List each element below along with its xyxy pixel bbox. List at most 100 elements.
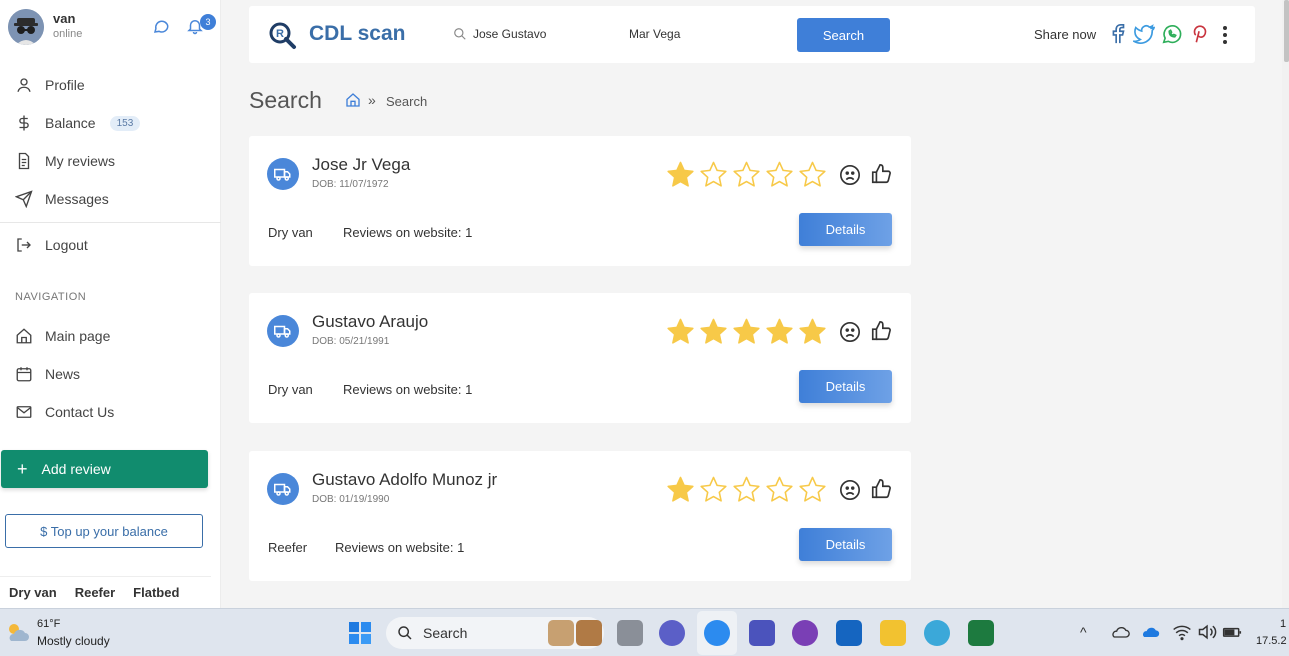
reviews-count: Reviews on website: 1 xyxy=(343,225,473,240)
star-filled-icon[interactable] xyxy=(666,475,695,504)
windows-start-icon[interactable] xyxy=(348,621,372,645)
star-empty-icon[interactable] xyxy=(765,475,794,504)
sidebar-item-balance[interactable]: Balance 153 xyxy=(15,112,141,134)
sad-face-icon[interactable] xyxy=(839,479,861,501)
facebook-icon[interactable] xyxy=(1107,23,1129,45)
clock-time[interactable]: 1 xyxy=(1280,618,1286,630)
star-filled-icon[interactable] xyxy=(666,317,695,346)
star-empty-icon[interactable] xyxy=(765,160,794,189)
page-scrollbar[interactable] xyxy=(1282,0,1289,608)
whatsapp-icon[interactable] xyxy=(1161,23,1183,45)
dollar-icon xyxy=(19,115,29,131)
star-filled-icon[interactable] xyxy=(798,317,827,346)
star-filled-icon[interactable] xyxy=(666,160,695,189)
meet-icon[interactable] xyxy=(659,620,685,646)
star-filled-icon[interactable] xyxy=(765,317,794,346)
thumbs-up-icon[interactable] xyxy=(870,320,892,342)
details-button[interactable]: Details xyxy=(799,528,892,561)
truck-type-filters: Dry van Reefer Flatbed xyxy=(0,576,211,608)
onedrive-icon[interactable] xyxy=(1140,623,1160,641)
star-empty-icon[interactable] xyxy=(798,160,827,189)
thumbs-up-icon[interactable] xyxy=(870,478,892,500)
driver-dob: DOB: 11/07/1972 xyxy=(312,179,389,190)
chat-icon[interactable] xyxy=(152,17,170,35)
taskbar-search-highlight-icon[interactable] xyxy=(548,620,574,646)
driver-name[interactable]: Gustavo Adolfo Munoz jr xyxy=(312,470,497,490)
search-button[interactable]: Search xyxy=(797,18,890,52)
user-name: van xyxy=(53,11,76,26)
star-empty-icon[interactable] xyxy=(732,475,761,504)
share-label: Share now xyxy=(1034,27,1097,42)
magnifier-logo-icon[interactable]: R xyxy=(267,20,297,50)
chat-app-icon[interactable] xyxy=(792,620,818,646)
user-panel: van online 3 xyxy=(8,8,216,48)
details-button[interactable]: Details xyxy=(799,370,892,403)
battery-icon[interactable] xyxy=(1222,623,1242,641)
volume-icon[interactable] xyxy=(1197,623,1217,641)
search-icon xyxy=(398,626,412,640)
star-empty-icon[interactable] xyxy=(699,160,728,189)
taskbar-search-label: Search xyxy=(423,625,468,641)
truck-type: Dry van xyxy=(268,382,313,397)
sad-face-icon[interactable] xyxy=(839,321,861,343)
sidebar-item-news[interactable]: News xyxy=(15,363,80,385)
avatar[interactable] xyxy=(8,9,44,45)
sidebar-item-logout[interactable]: Logout xyxy=(15,234,88,256)
weather-temp: 61°F xyxy=(37,618,61,630)
thumbs-up-icon[interactable] xyxy=(870,163,892,185)
driver-card: Gustavo Adolfo Munoz jr DOB: 01/19/1990 … xyxy=(249,451,911,581)
sidebar-item-messages[interactable]: Messages xyxy=(15,188,109,210)
pinterest-icon[interactable] xyxy=(1189,23,1211,45)
file-explorer-icon[interactable] xyxy=(880,620,906,646)
clock-date[interactable]: 17.5.2 xyxy=(1256,635,1287,647)
sidebar-item-my-reviews[interactable]: My reviews xyxy=(15,150,115,172)
driver-dob: DOB: 05/21/1991 xyxy=(312,336,390,347)
sidebar-item-profile[interactable]: Profile xyxy=(15,74,85,96)
star-empty-icon[interactable] xyxy=(732,160,761,189)
paint-icon[interactable] xyxy=(924,620,950,646)
star-empty-icon[interactable] xyxy=(798,475,827,504)
briefcase-icon[interactable] xyxy=(576,620,602,646)
driver-name[interactable]: Jose Jr Vega xyxy=(312,155,410,175)
wifi-icon[interactable] xyxy=(1172,623,1192,641)
search-first-name-input[interactable] xyxy=(473,23,613,45)
cloud-sync-icon[interactable] xyxy=(1110,623,1130,641)
breadcrumb-separator: » xyxy=(368,92,376,108)
outlook-icon[interactable] xyxy=(836,620,862,646)
teams-icon[interactable] xyxy=(749,620,775,646)
filter-dry-van[interactable]: Dry van xyxy=(9,585,57,600)
star-empty-icon[interactable] xyxy=(699,475,728,504)
nav-heading: NAVIGATION xyxy=(15,291,87,303)
sidebar-item-label: Logout xyxy=(45,237,88,253)
top-up-balance-button[interactable]: $ Top up your balance xyxy=(5,514,203,548)
home-icon xyxy=(16,328,32,344)
home-icon[interactable] xyxy=(345,92,361,108)
add-review-button[interactable]: + Add review xyxy=(1,450,208,488)
sad-face-icon[interactable] xyxy=(839,164,861,186)
brand-name[interactable]: CDL scan xyxy=(309,22,405,46)
scrollbar-thumb[interactable] xyxy=(1284,0,1289,62)
task-view-icon[interactable] xyxy=(617,620,643,646)
mail-icon xyxy=(16,406,32,418)
chevron-up-icon[interactable]: ^ xyxy=(1080,624,1087,640)
driver-name[interactable]: Gustavo Araujo xyxy=(312,312,428,332)
notification-badge: 3 xyxy=(200,14,216,30)
sidebar-item-main-page[interactable]: Main page xyxy=(15,325,110,347)
excel-icon[interactable] xyxy=(968,620,994,646)
reviews-count: Reviews on website: 1 xyxy=(335,540,465,555)
sidebar: van online 3 Profile Balance 153 My revi… xyxy=(0,0,221,608)
sidebar-item-contact-us[interactable]: Contact Us xyxy=(15,401,114,423)
more-vertical-icon[interactable] xyxy=(1219,24,1231,46)
filter-reefer[interactable]: Reefer xyxy=(75,585,115,600)
filter-flatbed[interactable]: Flatbed xyxy=(133,585,179,600)
weather-cloudy-icon[interactable] xyxy=(5,621,31,643)
sidebar-item-label: Profile xyxy=(45,77,85,93)
weather-condition: Mostly cloudy xyxy=(37,634,110,648)
truck-type: Reefer xyxy=(268,540,308,555)
search-last-name-input[interactable] xyxy=(629,23,769,45)
twitter-icon[interactable] xyxy=(1133,23,1155,45)
star-filled-icon[interactable] xyxy=(699,317,728,346)
edge-browser-icon[interactable] xyxy=(704,620,730,646)
details-button[interactable]: Details xyxy=(799,213,892,246)
star-filled-icon[interactable] xyxy=(732,317,761,346)
